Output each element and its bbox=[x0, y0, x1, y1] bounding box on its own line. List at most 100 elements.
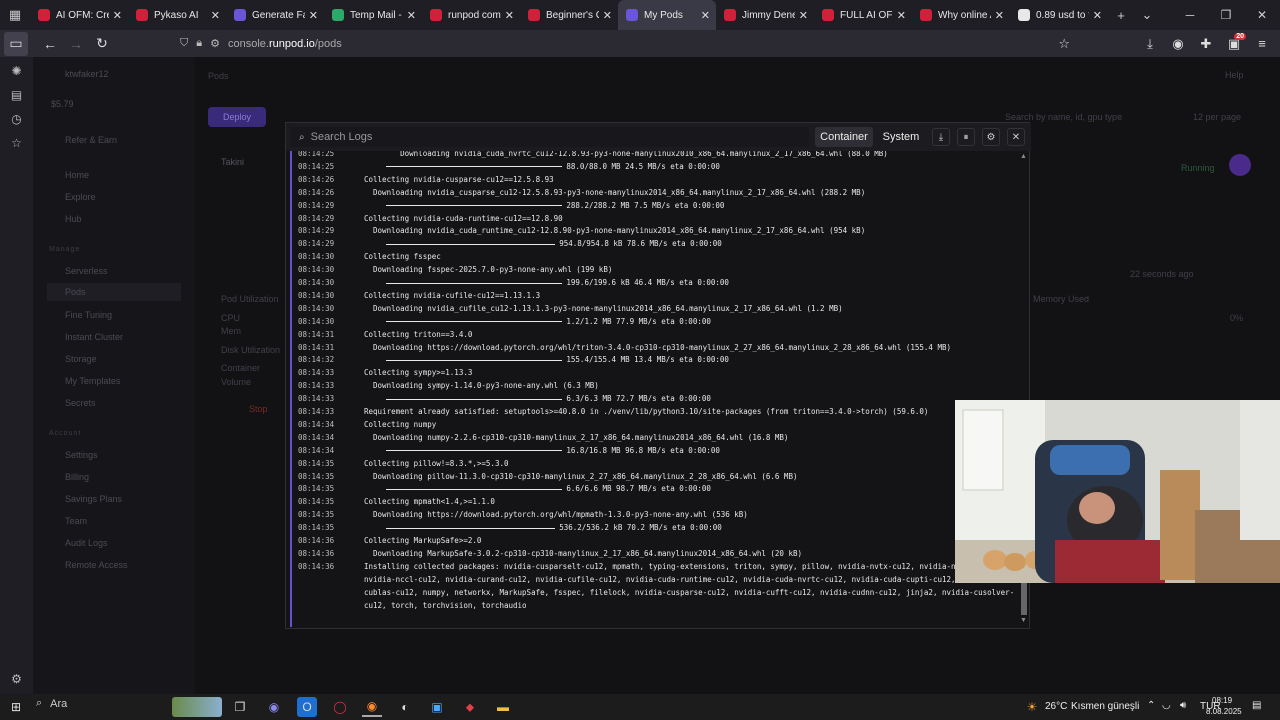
outlook-icon[interactable]: O bbox=[297, 697, 317, 717]
log-timestamp: 08:14:30 bbox=[298, 265, 335, 275]
browser-tab[interactable]: Temp Mail - Disp ✕ bbox=[324, 0, 422, 30]
log-output[interactable]: 08:14:25 Downloading nvidia_cuda_nvrtc_c… bbox=[290, 151, 1017, 627]
browser-tab[interactable]: 0.89 usd to try - ✕ bbox=[1010, 0, 1108, 30]
browser-tab[interactable]: AI OFM: Create a ✕ bbox=[30, 0, 128, 30]
close-tab-icon[interactable]: ✕ bbox=[113, 9, 122, 22]
opera-icon[interactable]: ◯ bbox=[330, 697, 350, 717]
close-tab-icon[interactable]: ✕ bbox=[799, 9, 808, 22]
firefox-icon[interactable]: ◉ bbox=[362, 697, 382, 717]
close-tab-icon[interactable]: ✕ bbox=[407, 9, 416, 22]
bookmark-star-icon[interactable]: ☆ bbox=[1058, 36, 1070, 52]
log-search-input[interactable]: ⌕ Search Logs bbox=[291, 127, 809, 147]
taskbar-search[interactable]: ⌕ Ara bbox=[36, 697, 67, 710]
close-tab-icon[interactable]: ✕ bbox=[603, 9, 612, 22]
nav-templates[interactable]: My Templates bbox=[65, 376, 120, 386]
close-icon[interactable]: ✕ bbox=[1007, 128, 1025, 146]
ai-chatbot-icon[interactable]: ✺ bbox=[0, 59, 33, 83]
customize-sidebar-icon[interactable]: ⚙ bbox=[0, 667, 33, 691]
wifi-icon[interactable]: ◡ bbox=[1162, 700, 1171, 711]
nav-audit-logs[interactable]: Audit Logs bbox=[65, 538, 108, 548]
windows-start-icon[interactable]: ⊞ bbox=[6, 697, 26, 717]
search-highlight-icon[interactable] bbox=[172, 697, 222, 717]
nav-serverless[interactable]: Serverless bbox=[65, 266, 108, 276]
refer-earn-link[interactable]: Refer & Earn bbox=[65, 135, 117, 145]
pod-search-input[interactable]: Search by name, id, gpu type bbox=[1005, 112, 1122, 122]
nav-hub[interactable]: Hub bbox=[65, 214, 82, 224]
stop-button[interactable]: Stop bbox=[249, 404, 268, 414]
tab-overview-icon[interactable]: ▦ bbox=[0, 0, 30, 30]
tab-system[interactable]: System bbox=[877, 127, 925, 147]
close-tab-icon[interactable]: ✕ bbox=[1093, 9, 1102, 22]
bookmarks-icon[interactable]: ☆ bbox=[0, 131, 33, 155]
nav-explore[interactable]: Explore bbox=[65, 192, 96, 202]
close-tab-icon[interactable]: ✕ bbox=[505, 9, 514, 22]
scrollbar-thumb[interactable] bbox=[1021, 583, 1027, 615]
browser-tab[interactable]: My Pods ✕ bbox=[618, 0, 716, 30]
forward-button[interactable]: → bbox=[64, 32, 88, 56]
sidebar-toggle-icon[interactable]: ▭ bbox=[4, 31, 28, 56]
nav-secrets[interactable]: Secrets bbox=[65, 398, 96, 408]
pause-icon[interactable]: ⏸ bbox=[957, 128, 975, 146]
close-tab-icon[interactable]: ✕ bbox=[309, 9, 318, 22]
minimize-button[interactable]: ─ bbox=[1172, 0, 1208, 30]
nav-home[interactable]: Home bbox=[65, 170, 89, 180]
nav-fine-tuning[interactable]: Fine Tuning bbox=[65, 310, 112, 320]
browser-tab[interactable]: Generate Face | I ✕ bbox=[226, 0, 324, 30]
list-tabs-icon[interactable]: ⌄ bbox=[1134, 0, 1160, 30]
deploy-button[interactable]: Deploy bbox=[208, 107, 266, 127]
nav-pods[interactable]: Pods bbox=[47, 283, 181, 301]
nav-storage[interactable]: Storage bbox=[65, 354, 97, 364]
help-button[interactable]: Help bbox=[1225, 70, 1244, 80]
url-bar[interactable]: ⛉ 🔒︎ ⚙︎ console. runpod.io/pods ☆ bbox=[180, 33, 1080, 54]
browser-tab[interactable]: Pykaso AI ✕ bbox=[128, 0, 226, 30]
weather-icon[interactable]: ☀ bbox=[1022, 697, 1042, 717]
nav-settings[interactable]: Settings bbox=[65, 450, 98, 460]
new-tab-button[interactable]: + bbox=[1108, 0, 1134, 30]
close-tab-icon[interactable]: ✕ bbox=[701, 9, 710, 22]
back-button[interactable]: ← bbox=[38, 32, 62, 56]
nav-team[interactable]: Team bbox=[65, 516, 87, 526]
clock-date[interactable]: 8.08.2025 bbox=[1206, 707, 1242, 716]
discord-icon[interactable]: ◉ bbox=[264, 697, 284, 717]
tray-chevron-icon[interactable]: ⌃ bbox=[1147, 700, 1155, 711]
history-icon[interactable]: ◷ bbox=[0, 107, 33, 131]
close-tab-icon[interactable]: ✕ bbox=[211, 9, 220, 22]
notifications-icon[interactable]: ▤ bbox=[1252, 700, 1261, 711]
nav-billing[interactable]: Billing bbox=[65, 472, 89, 482]
menu-icon[interactable]: ≡ bbox=[1250, 36, 1274, 51]
nav-remote-access[interactable]: Remote Access bbox=[65, 560, 128, 570]
restore-button[interactable]: ❐ bbox=[1208, 0, 1244, 30]
file-explorer-icon[interactable]: ▬ bbox=[493, 697, 513, 717]
browser-tab[interactable]: Beginner's Guide ✕ bbox=[520, 0, 618, 30]
tab-container[interactable]: Container bbox=[815, 127, 873, 147]
nav-instant-cluster[interactable]: Instant Cluster bbox=[65, 332, 123, 342]
extensions-icon[interactable]: ✚ bbox=[1194, 36, 1218, 52]
close-tab-icon[interactable]: ✕ bbox=[897, 9, 906, 22]
browser-tab[interactable]: runpod comfyui ✕ bbox=[422, 0, 520, 30]
weather-temp[interactable]: 26°C bbox=[1045, 701, 1067, 712]
obs-icon[interactable]: ◐ bbox=[395, 697, 415, 717]
shield-icon: ⛉ bbox=[180, 37, 189, 49]
browser-tab[interactable]: Why online AI In ✕ bbox=[912, 0, 1010, 30]
browser-tab[interactable]: FULL AI OFM CO ✕ bbox=[814, 0, 912, 30]
clock-time[interactable]: 08:19 bbox=[1212, 696, 1232, 705]
synced-tabs-icon[interactable]: ▤ bbox=[0, 83, 33, 107]
app-window-icon[interactable]: ▣ bbox=[427, 697, 447, 717]
downloads-icon[interactable]: ⤓ bbox=[1138, 36, 1162, 52]
reload-button[interactable]: ↻ bbox=[90, 32, 114, 56]
browser-tab[interactable]: Jimmy Denero - ✕ bbox=[716, 0, 814, 30]
settings-icon[interactable]: ⚙ bbox=[982, 128, 1000, 146]
volume-icon[interactable]: 🔊︎ bbox=[1180, 700, 1186, 711]
maps-pin-icon[interactable]: ⬥ bbox=[460, 697, 480, 717]
per-page-select[interactable]: 12 per page bbox=[1193, 112, 1241, 122]
close-window-button[interactable]: ✕ bbox=[1244, 0, 1280, 30]
weather-text[interactable]: Kısmen güneşli bbox=[1071, 701, 1139, 712]
task-view-icon[interactable]: ❐ bbox=[230, 697, 250, 717]
nav-savings-plans[interactable]: Savings Plans bbox=[65, 494, 122, 504]
download-logs-icon[interactable]: ⤓ bbox=[932, 128, 950, 146]
extension-badge-icon[interactable]: ▣ 20 bbox=[1222, 32, 1246, 52]
close-tab-icon[interactable]: ✕ bbox=[995, 9, 1004, 22]
account-icon[interactable]: ◉ bbox=[1166, 36, 1190, 52]
tab-favicon-icon bbox=[430, 9, 442, 21]
pod-menu-button[interactable] bbox=[1229, 154, 1251, 176]
